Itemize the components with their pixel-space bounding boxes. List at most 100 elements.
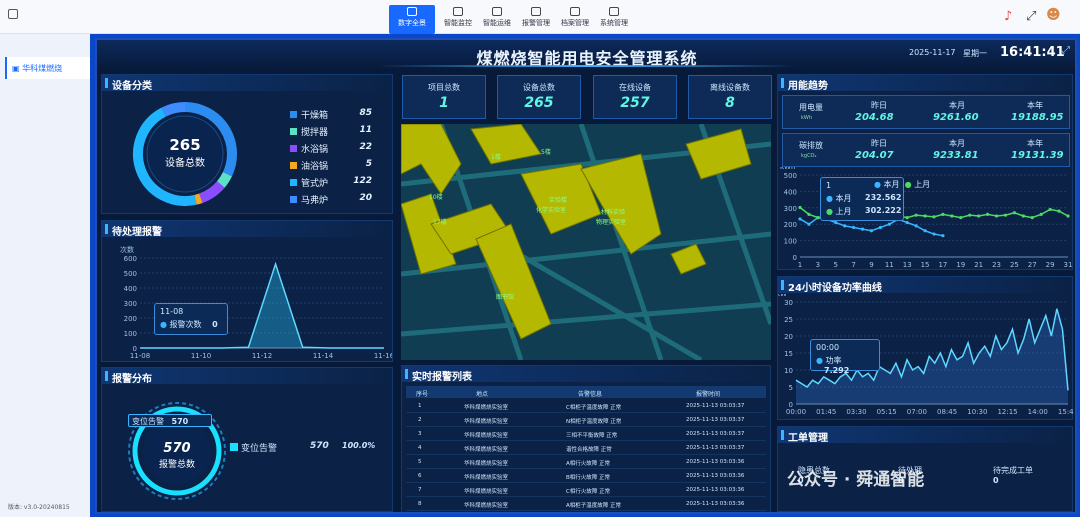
table-cell: 华科煤燃烧实验室	[464, 419, 509, 425]
data-point	[941, 212, 945, 216]
data-point	[1030, 216, 1034, 220]
table-cell: 2025-11-13 03:03:36	[686, 459, 745, 465]
map-label: 图书馆	[496, 293, 514, 301]
pending-panel: 待处理报警 0 100 200 300 400 500 600 次数 11-08 11-10 11-…	[101, 220, 393, 362]
energy-legend: ● 本月 ● 上月	[874, 180, 931, 189]
nav-system[interactable]: 系统管理	[591, 5, 637, 34]
table-cell: 三相不平衡故障 正常	[566, 433, 618, 439]
legend-value: 20	[359, 193, 372, 203]
table-cell: 2025-11-13 03:03:36	[686, 473, 745, 479]
stat-label: 在线设备	[619, 83, 651, 92]
energy-col-name: 昨日	[871, 101, 887, 110]
table-cell: 华科煤燃烧实验室	[464, 433, 509, 439]
tooltip-time: 00:00	[816, 343, 840, 352]
watermark: 公众号 · 舜通智能	[787, 470, 925, 490]
legend-item: 管式炉 122	[290, 176, 372, 189]
badge-label: 变位告警	[132, 417, 164, 426]
x-tick-label: 3	[816, 261, 820, 269]
legend-value: 85	[359, 108, 372, 118]
data-point	[860, 227, 865, 231]
table-row: 5 华科煤燃烧实验室 A相行火故障 正常 2025-11-13 03:03:36	[406, 456, 766, 469]
table-cell: A相柜子温度故障 正常	[566, 503, 622, 509]
pending-chart: 0 100 200 300 400 500 600次数 11-08 11-10 11-12 11-1…	[120, 245, 392, 360]
map-label: 物理实验室	[596, 218, 626, 226]
energy-label: 碳排放	[799, 141, 823, 150]
alarm-total: 570	[163, 441, 190, 456]
legend-item: 搅拌器 11	[290, 125, 372, 138]
tooltip-value: 302.222	[865, 206, 902, 215]
legend-last: 上月	[914, 180, 931, 189]
sidebar-item-label: 华科煤燃烧	[22, 64, 63, 73]
data-point	[887, 222, 891, 226]
table-row: 6 华科煤燃烧实验室 B相行火故障 正常 2025-11-13 03:03:36	[406, 470, 766, 483]
x-tick-label: 05:15	[877, 408, 897, 416]
table-cell: 2	[418, 417, 422, 423]
x-tick-label: 25	[1010, 261, 1019, 269]
data-point	[1057, 209, 1061, 213]
legend-name: 管式炉	[301, 179, 329, 189]
tooltip-row: ● 功率 7.292	[816, 355, 874, 375]
stat-label: 离线设备数	[710, 83, 750, 92]
donut-slice	[194, 193, 203, 205]
energy-col-name: 本月	[949, 139, 965, 148]
sidebar-item-project[interactable]: ▣ 华科煤燃烧	[5, 57, 90, 79]
x-tick-label: 27	[1028, 261, 1037, 269]
fullscreen-icon[interactable]: ⤢	[1026, 9, 1036, 24]
data-point	[923, 214, 927, 218]
x-tick-label: 21	[974, 261, 983, 269]
y-tick-label: 300	[784, 205, 797, 213]
map-label: 5楼	[541, 148, 551, 156]
data-point	[1039, 212, 1043, 216]
legend-this: 本月	[883, 180, 900, 189]
y-tick-label: 200	[124, 315, 137, 323]
x-tick-label: 11-12	[252, 352, 272, 360]
table-cell: 华科煤燃烧实验室	[464, 475, 509, 481]
legend-name: 马弗炉	[301, 196, 329, 206]
legend-value: 11	[359, 125, 372, 135]
legend-swatch	[230, 443, 238, 451]
energy-col-value: 204.07	[855, 150, 894, 161]
legend-swatch	[290, 128, 297, 135]
bell-icon[interactable]: ♪	[1004, 9, 1012, 24]
data-point	[834, 220, 838, 225]
device-total-label: 设备总数	[165, 156, 205, 169]
current-time: 16:41:41	[1000, 45, 1065, 60]
dot-icon: ●	[826, 194, 833, 203]
energy-row: 碳排放 kgCO₂ 昨日 204.07 本月 9233.81 本年 19131.39	[782, 133, 1070, 167]
y-tick-label: 400	[784, 188, 797, 196]
stat-offline: 离线设备数 8	[688, 75, 772, 119]
nav-digital[interactable]: 数字全景	[389, 5, 435, 34]
data-point	[1066, 214, 1070, 218]
alarm-icon	[531, 7, 541, 16]
nav-label: 智能运维	[483, 19, 511, 27]
device-total: 265	[169, 136, 200, 154]
avatar[interactable]: ☻	[1046, 7, 1061, 23]
expand-icon[interactable]: ⤢	[1062, 45, 1070, 56]
y-tick-label: 400	[124, 285, 137, 293]
table-cell: N相柜子温度故障 正常	[566, 419, 622, 425]
table-cell: 2025-11-13 03:03:36	[686, 501, 745, 507]
x-tick-label: 13	[903, 261, 912, 269]
stat-value: 257	[620, 95, 650, 111]
legend-value: 570	[310, 441, 329, 451]
energy-col-value: 19188.95	[1011, 112, 1064, 123]
campus-map[interactable]: 1楼 5楼 10楼 17楼 实验楼 化学实验室 材料实验 物理实验室 图书馆	[401, 124, 771, 360]
table-cell: 华科煤燃烧实验室	[464, 447, 509, 453]
data-point	[843, 224, 847, 228]
legend-item: 油浴锅 5	[290, 159, 372, 172]
table-cell: 华科煤燃烧实验室	[464, 405, 509, 411]
table-cell: A相行火故障 正常	[566, 461, 611, 467]
legend-item: 干燥箱 85	[290, 108, 372, 121]
stat-label: 项目总数	[428, 83, 460, 92]
data-point	[807, 212, 811, 216]
y-tick-label: 10	[784, 367, 793, 375]
energy-col-value: 9261.60	[933, 112, 979, 123]
legend-value: 22	[359, 142, 372, 152]
map-3d: 1楼 5楼 10楼 17楼 实验楼化学实验室 材料实验物理实验室图书馆	[401, 124, 771, 360]
data-point	[950, 214, 954, 218]
table-cell: 2025-11-13 03:03:37	[686, 417, 745, 423]
data-point	[1021, 214, 1025, 218]
y-tick-label: 600	[124, 255, 137, 263]
x-tick-label: 07:00	[907, 408, 927, 416]
energy-col-name: 本月	[949, 101, 965, 110]
